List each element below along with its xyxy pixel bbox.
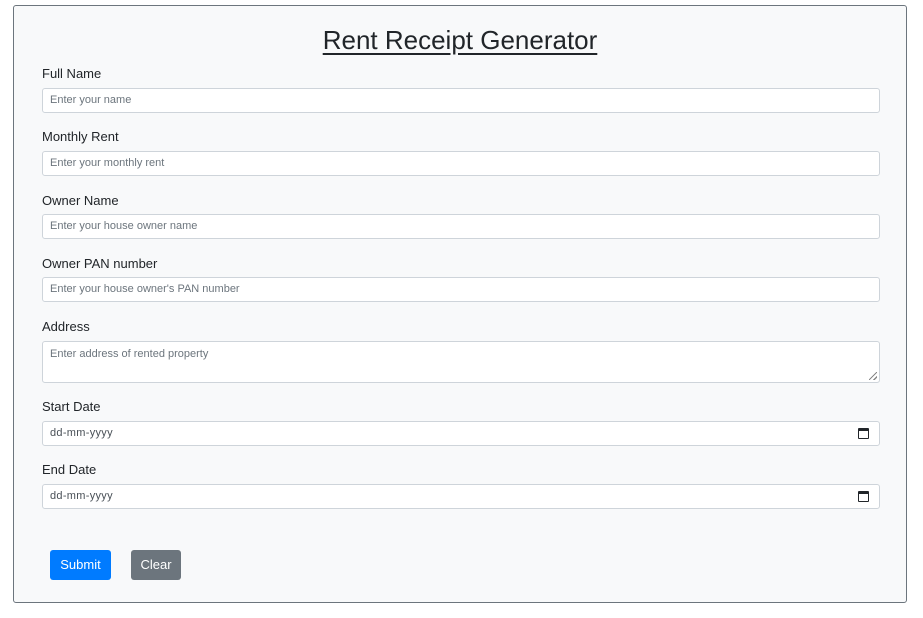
- start-date-label: Start Date: [42, 399, 101, 414]
- full-name-placeholder: Enter your name: [50, 94, 132, 106]
- clear-button[interactable]: Clear: [131, 550, 181, 580]
- end-date-input[interactable]: dd-mm-yyyy: [42, 484, 880, 509]
- calendar-icon[interactable]: [858, 491, 869, 502]
- monthly-rent-placeholder: Enter your monthly rent: [50, 157, 165, 169]
- calendar-icon[interactable]: [858, 428, 869, 439]
- owner-pan-input[interactable]: Enter your house owner's PAN number: [42, 277, 880, 302]
- owner-name-placeholder: Enter your house owner name: [50, 220, 198, 232]
- end-date-label: End Date: [42, 462, 97, 477]
- resize-grip-icon[interactable]: [869, 372, 877, 380]
- full-name-label: Full Name: [42, 66, 102, 81]
- start-date-input[interactable]: dd-mm-yyyy: [42, 421, 880, 446]
- start-date-placeholder: dd-mm-yyyy: [50, 427, 113, 439]
- address-placeholder: Enter address of rented property: [50, 348, 209, 360]
- address-label: Address: [42, 319, 90, 334]
- end-date-placeholder: dd-mm-yyyy: [50, 490, 113, 502]
- address-textarea[interactable]: Enter address of rented property: [42, 341, 880, 383]
- owner-name-label: Owner Name: [42, 193, 119, 208]
- monthly-rent-input[interactable]: Enter your monthly rent: [42, 151, 880, 176]
- owner-name-input[interactable]: Enter your house owner name: [42, 214, 880, 239]
- owner-pan-placeholder: Enter your house owner's PAN number: [50, 283, 240, 295]
- submit-button[interactable]: Submit: [50, 550, 111, 580]
- monthly-rent-label: Monthly Rent: [42, 129, 119, 144]
- page-title: Rent Receipt Generator: [322, 25, 598, 55]
- owner-pan-label: Owner PAN number: [42, 256, 158, 271]
- full-name-input[interactable]: Enter your name: [42, 88, 880, 113]
- receipt-form-card: Rent Receipt Generator Full Name Enter y…: [13, 5, 907, 603]
